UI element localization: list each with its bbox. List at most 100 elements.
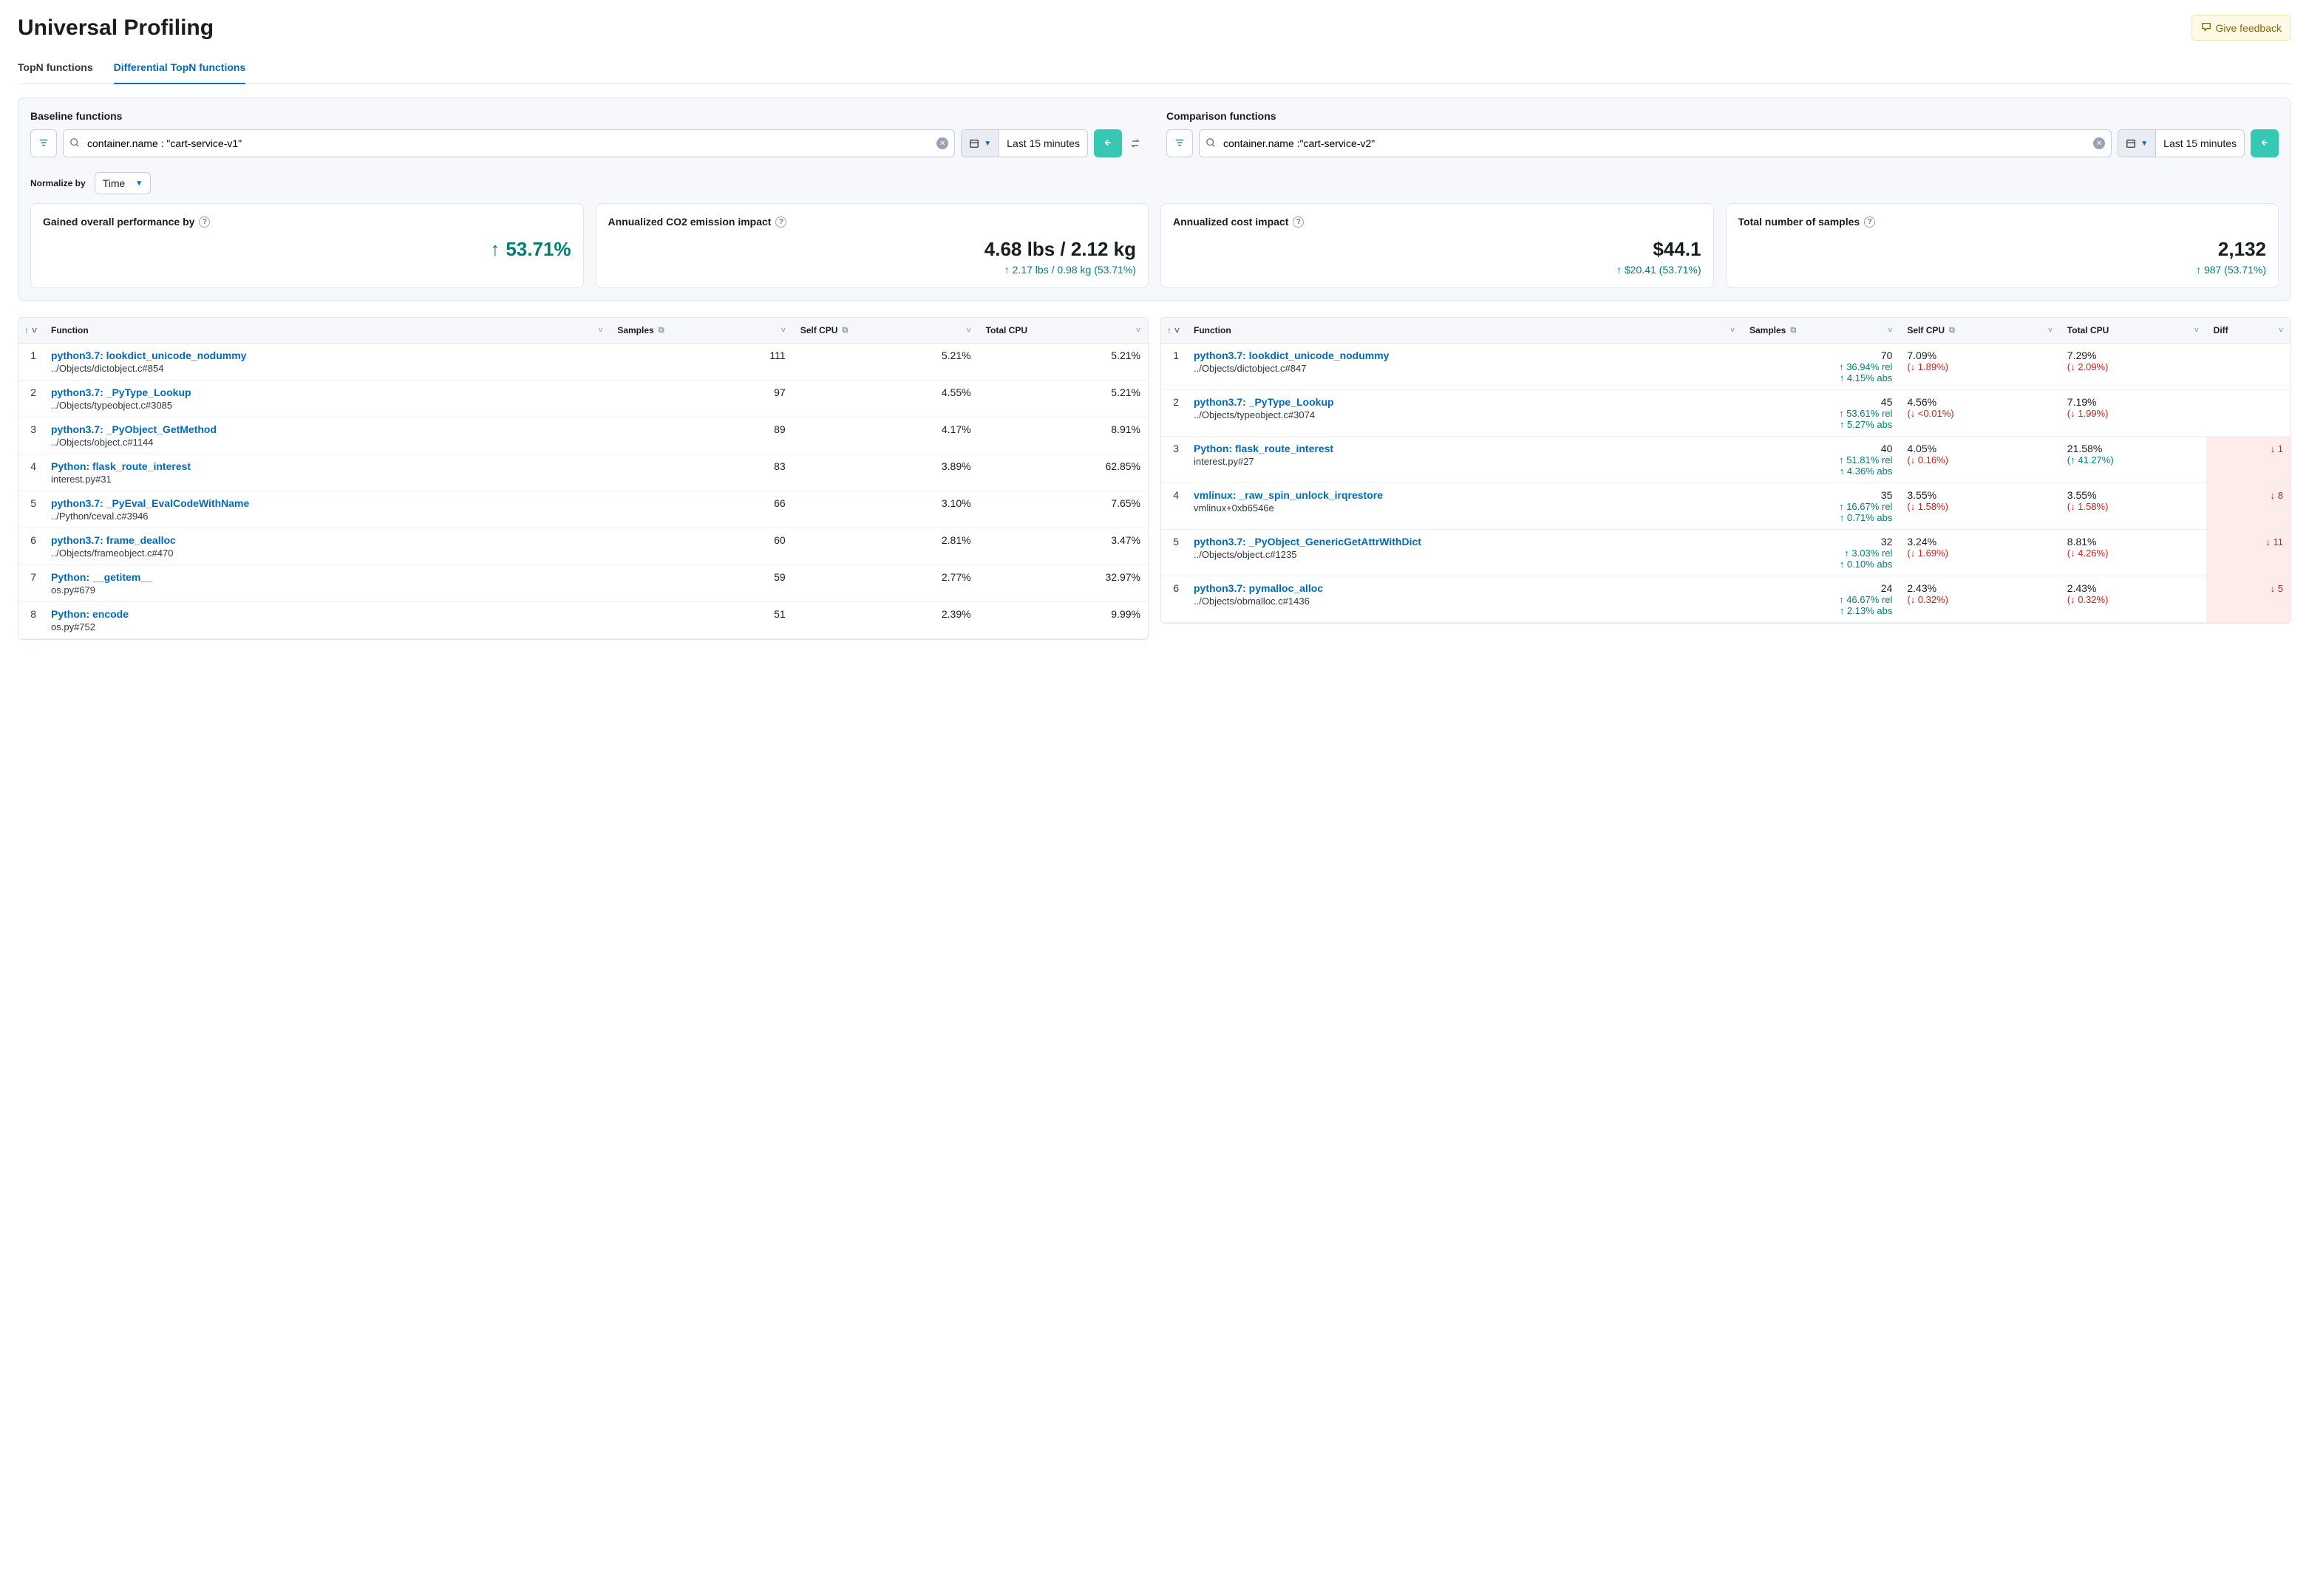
info-icon[interactable]: ? [1293,216,1304,228]
chevron-down-icon[interactable]: ˅ [967,327,971,335]
comparison-time-value[interactable]: Last 15 minutes [2156,130,2244,157]
baseline-table: ↑ ˅ Function˅ Samples⧉˅ Self CPU⧉˅ Total… [18,317,1149,640]
col-function[interactable]: Function˅ [44,318,610,344]
copy-icon[interactable]: ⧉ [842,326,848,335]
chevron-down-icon[interactable]: ˅ [2279,327,2283,335]
info-icon[interactable]: ? [775,216,786,228]
tab-differential-topn[interactable]: Differential TopN functions [114,54,246,83]
calendar-icon[interactable]: ▼ [2118,130,2156,157]
comparison-time-picker[interactable]: ▼ Last 15 minutes [2118,129,2245,157]
comparison-query-input[interactable]: ✕ [1199,129,2112,157]
card-cost: Annualized cost impact ? $44.1 ↑ $20.41 … [1160,203,1714,288]
function-link[interactable]: Python: encode [51,608,602,620]
up-arrow-icon: ↑ [2196,264,2201,276]
function-link[interactable]: python3.7: pymalloc_alloc [1194,582,1735,594]
table-row: 8Python: encodeos.py#752512.39%9.99% [18,602,1148,639]
col-function[interactable]: Function˅ [1186,318,1742,344]
row-function: Python: flask_route_interest interest.py#… [44,454,610,491]
function-link[interactable]: python3.7: lookdict_unicode_nodummy [51,349,602,361]
copy-icon[interactable]: ⧉ [1790,326,1796,335]
baseline-query-field[interactable] [86,137,931,150]
function-link[interactable]: python3.7: _PyType_Lookup [1194,396,1735,408]
col-diff[interactable]: Diff˅ [2206,318,2291,344]
function-link[interactable]: vmlinux: _raw_spin_unlock_irqrestore [1194,489,1735,501]
function-link[interactable]: python3.7: _PyObject_GetMethod [51,423,602,435]
baseline-query-input[interactable]: ✕ [63,129,955,157]
function-path: ../Objects/obmalloc.c#1436 [1194,596,1735,607]
chevron-down-icon[interactable]: ˅ [1888,327,1893,335]
table-row: 6python3.7: pymalloc_alloc../Objects/obm… [1161,576,2291,623]
swap-icon[interactable] [1128,129,1143,157]
function-link[interactable]: python3.7: lookdict_unicode_nodummy [1194,349,1735,361]
comparison-filter-options-button[interactable] [1166,129,1193,157]
row-samples: 59 [610,565,792,602]
comparison-clear-button[interactable]: ✕ [2093,137,2105,149]
filter-icon [1174,137,1185,150]
give-feedback-button[interactable]: Give feedback [2191,15,2292,41]
function-path: ../Objects/object.c#1235 [1194,549,1735,560]
function-link[interactable]: Python: flask_route_interest [51,460,602,472]
diff-value: ↓ 8 [2271,490,2283,501]
col-samples[interactable]: Samples⧉˅ [610,318,792,344]
chevron-down-icon[interactable]: ˅ [2194,327,2199,335]
baseline-refresh-button[interactable] [1094,129,1122,157]
chevron-down-icon[interactable]: ˅ [781,327,786,335]
comparison-refresh-button[interactable] [2251,129,2279,157]
samples-rel: ↑ 36.94% rel [1749,361,1892,372]
function-link[interactable]: python3.7: _PyObject_GenericGetAttrWithD… [1194,536,1735,548]
col-total-cpu[interactable]: Total CPU˅ [979,318,1148,344]
copy-icon[interactable]: ⧉ [659,326,664,335]
row-self-cpu: 2.39% [793,602,979,639]
total-delta: (↓ 1.99%) [2067,408,2199,419]
col-samples[interactable]: Samples⧉˅ [1742,318,1900,344]
card-co2: Annualized CO2 emission impact ? 4.68 lb… [596,203,1149,288]
chevron-down-icon[interactable]: ˅ [598,327,602,335]
row-samples: 35↑ 16.67% rel↑ 0.71% abs [1742,483,1900,530]
self-delta: (↓ 0.16%) [1907,454,2052,466]
normalize-select[interactable]: Time ▼ [95,172,152,194]
card-cost-label: Annualized cost impact [1173,216,1288,228]
baseline-filter-options-button[interactable] [30,129,57,157]
function-path: ../Python/ceval.c#3946 [51,511,602,522]
row-self-cpu: 3.24%(↓ 1.69%) [1900,530,2059,576]
baseline-time-value[interactable]: Last 15 minutes [999,130,1087,157]
col-total-cpu[interactable]: Total CPU˅ [2060,318,2206,344]
row-samples: 51 [610,602,792,639]
function-link[interactable]: python3.7: _PyEval_EvalCodeWithName [51,497,602,509]
sort-asc-button[interactable]: ↑ [1167,325,1171,335]
comparison-query-field[interactable] [1222,137,2087,150]
feedback-label: Give feedback [2216,22,2282,34]
function-link[interactable]: python3.7: frame_dealloc [51,534,602,546]
row-function: python3.7: lookdict_unicode_nodummy../Ob… [1186,344,1742,390]
normalize-value: Time [103,177,126,189]
sort-asc-button[interactable]: ↑ [24,325,29,335]
function-link[interactable]: python3.7: _PyType_Lookup [51,386,602,398]
chevron-down-icon[interactable]: ˅ [1730,327,1735,335]
function-link[interactable]: Python: flask_route_interest [1194,443,1735,454]
baseline-time-picker[interactable]: ▼ Last 15 minutes [961,129,1088,157]
samples-abs: ↑ 0.10% abs [1749,559,1892,570]
chevron-down-icon[interactable]: ˅ [1136,327,1140,335]
row-total-cpu: 2.43%(↓ 0.32%) [2060,576,2206,623]
chevron-down-icon[interactable]: ˅ [2048,327,2053,335]
chevron-down-icon: ▼ [2140,140,2148,148]
row-total-cpu: 62.85% [979,454,1148,491]
row-rank: 3 [18,417,44,454]
info-icon[interactable]: ? [1864,216,1875,228]
baseline-clear-button[interactable]: ✕ [936,137,948,149]
calendar-icon[interactable]: ▼ [962,130,999,157]
copy-icon[interactable]: ⧉ [1949,326,1955,335]
row-function: python3.7: lookdict_unicode_nodummy../Ob… [44,344,610,381]
function-path: interest.py#31 [51,474,602,485]
tab-topn-functions[interactable]: TopN functions [18,54,93,83]
info-icon[interactable]: ? [199,216,210,228]
col-self-cpu[interactable]: Self CPU⧉˅ [793,318,979,344]
col-self-cpu[interactable]: Self CPU⧉˅ [1900,318,2059,344]
function-link[interactable]: Python: __getitem__ [51,571,602,583]
chevron-down-icon: ▼ [135,180,143,188]
row-self-cpu: 3.55%(↓ 1.58%) [1900,483,2059,530]
sort-desc-button[interactable]: ˅ [1174,325,1180,335]
row-diff [2206,390,2291,437]
row-self-cpu: 5.21% [793,344,979,381]
sort-desc-button[interactable]: ˅ [32,325,37,335]
